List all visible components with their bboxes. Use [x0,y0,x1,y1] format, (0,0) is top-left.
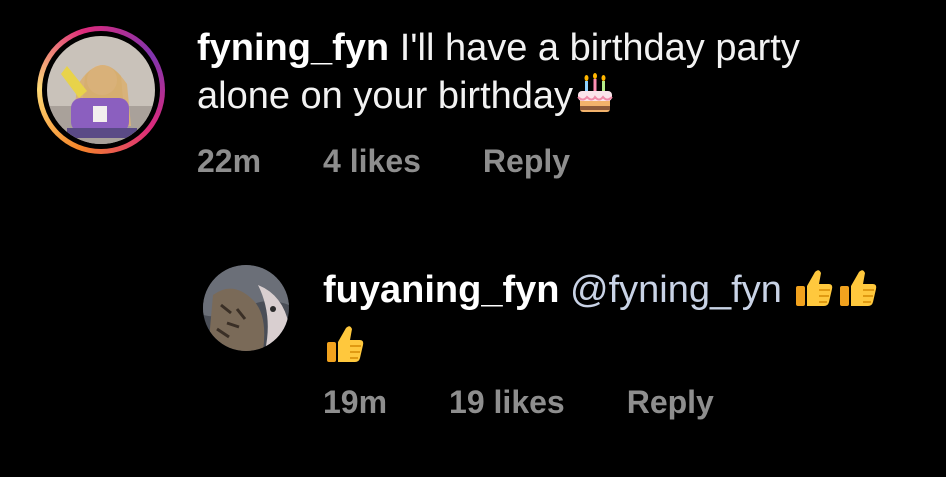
avatar [47,36,155,144]
thumbs-up-icon [792,266,836,322]
comment: fyning_fyn I'll have a birthday party al… [0,0,946,240]
comment-time: 19m [323,384,388,420]
comment-meta: 19m 19 likes Reply [323,384,776,421]
avatar-photo-icon [203,265,289,351]
comment-likes[interactable]: 4 likes [323,143,421,180]
birthday-cake-icon [573,72,617,128]
comment-likes[interactable]: 19 likes [449,384,565,421]
reply-button[interactable]: Reply [483,143,570,180]
avatar[interactable] [203,265,289,351]
comment-body: fyning_fyn I'll have a birthday party al… [197,24,897,128]
thumbs-up-icon [836,266,880,322]
thumbs-up-icon [323,322,367,378]
avatar-ring-gap [42,31,160,149]
comment-body: fuyaning_fyn @fyning_fyn [323,266,923,378]
comment-reply: fuyaning_fyn @fyning_fyn 19m 19 likes Re… [0,240,946,477]
avatar-story-ring[interactable] [37,26,165,154]
comment-time: 22m [197,143,262,179]
reply-button[interactable]: Reply [627,384,714,421]
comment-mention[interactable]: @fyning_fyn [570,269,782,311]
comment-meta: 22m 4 likes Reply [197,143,632,180]
avatar-photo-icon [47,36,155,144]
comment-username[interactable]: fuyaning_fyn [323,269,559,311]
comment-username[interactable]: fyning_fyn [197,27,389,69]
